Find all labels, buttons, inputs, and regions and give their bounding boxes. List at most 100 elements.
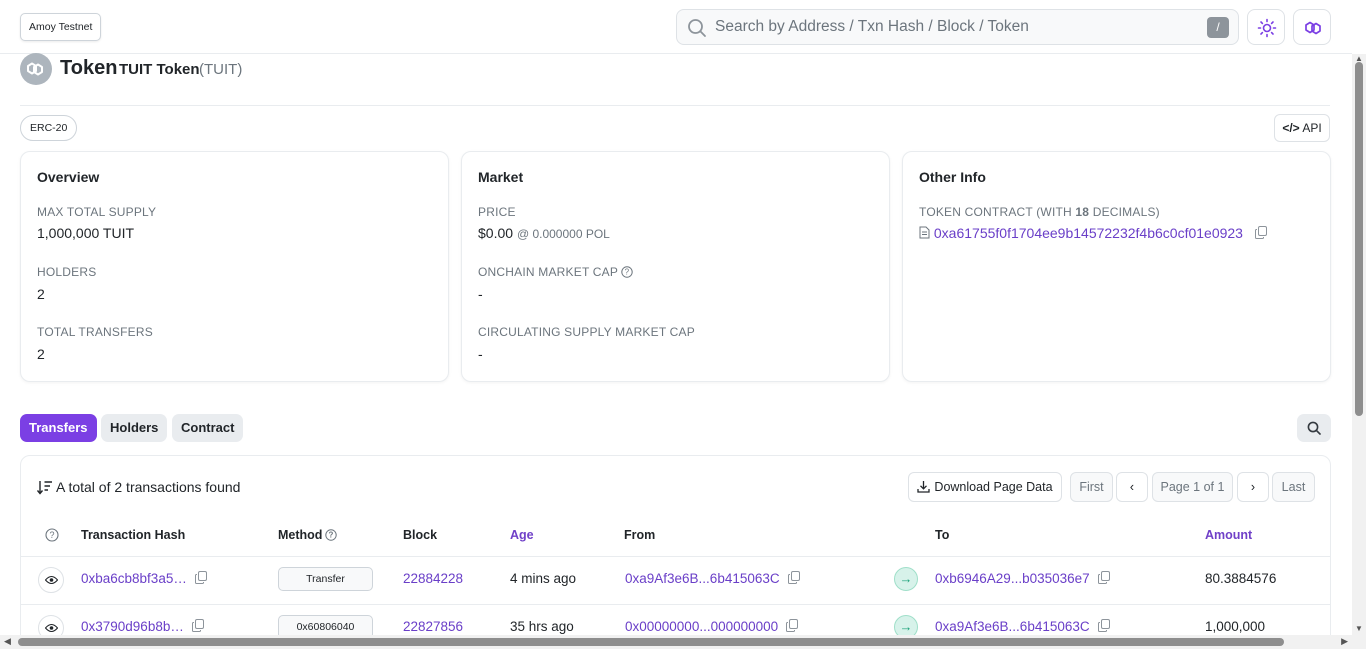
amount-value: 1,000,000 bbox=[1205, 619, 1266, 634]
page-title: Token bbox=[60, 57, 118, 79]
vertical-scrollbar[interactable]: ▲ ▼ bbox=[1352, 54, 1366, 635]
token-logo bbox=[20, 53, 52, 85]
polygon-logo-icon bbox=[1305, 21, 1321, 35]
decimals-value: 18 bbox=[1075, 205, 1090, 219]
price-value: $0.00 @ 0.000000 POL bbox=[478, 225, 610, 241]
tab-transfers[interactable]: Transfers bbox=[20, 414, 97, 442]
transfers-panel: A total of 2 transactions found Download… bbox=[20, 455, 1331, 649]
max-supply-label: MAX TOTAL SUPPLY bbox=[37, 205, 157, 219]
polygon-logo-icon bbox=[27, 62, 43, 76]
page-indicator: Page 1 of 1 bbox=[1152, 472, 1233, 502]
row-divider bbox=[21, 556, 1330, 557]
token-contract-link[interactable]: 0xa61755f0f1704ee9b14572232f4b6c0cf01e09… bbox=[934, 225, 1243, 241]
tab-contract[interactable]: Contract bbox=[172, 414, 244, 442]
table-row-2-hash[interactable]: 0x3790d96b8b… bbox=[81, 619, 204, 634]
search-shortcut-key: / bbox=[1207, 17, 1229, 38]
svg-text:?: ? bbox=[49, 530, 54, 540]
network-switch-button[interactable] bbox=[1293, 9, 1331, 45]
block-link[interactable]: 22827856 bbox=[403, 619, 463, 634]
transactions-summary: A total of 2 transactions found bbox=[36, 479, 240, 495]
holders-label: HOLDERS bbox=[37, 265, 97, 279]
market-card: Market PRICE $0.00 @ 0.000000 POL ONCHAI… bbox=[461, 151, 890, 382]
other-info-card: Other Info TOKEN CONTRACT (WITH 18 DECIM… bbox=[902, 151, 1331, 382]
card-title: Overview bbox=[37, 169, 100, 185]
token-symbol: (TUIT) bbox=[199, 61, 243, 78]
api-label: API bbox=[1302, 121, 1322, 135]
token-contract-row: 0xa61755f0f1704ee9b14572232f4b6c0cf01e09… bbox=[919, 225, 1267, 241]
search-input[interactable]: Search by Address / Txn Hash / Block / T… bbox=[715, 10, 1029, 44]
download-page-data-button[interactable]: Download Page Data bbox=[908, 472, 1062, 502]
column-header-from: From bbox=[624, 528, 656, 542]
next-page-button[interactable]: › bbox=[1237, 472, 1269, 502]
help-icon[interactable]: ? bbox=[45, 528, 59, 542]
copy-icon[interactable] bbox=[1097, 571, 1110, 584]
column-header-age[interactable]: Age bbox=[510, 528, 534, 542]
card-title: Market bbox=[478, 169, 524, 185]
amount-value: 80.3884576 bbox=[1205, 571, 1277, 586]
copy-icon[interactable] bbox=[787, 571, 800, 584]
view-details-button[interactable] bbox=[38, 567, 64, 593]
theme-toggle-button[interactable] bbox=[1247, 9, 1285, 45]
chevron-right-icon: › bbox=[1250, 480, 1256, 494]
download-icon bbox=[917, 481, 931, 493]
tab-holders[interactable]: Holders bbox=[101, 414, 168, 442]
age-value: 4 mins ago bbox=[510, 571, 577, 586]
global-search[interactable]: Search by Address / Txn Hash / Block / T… bbox=[676, 9, 1239, 45]
scroll-left-arrow-icon[interactable]: ◀ bbox=[4, 636, 11, 647]
copy-icon[interactable] bbox=[786, 619, 799, 632]
code-icon: </> bbox=[1282, 121, 1300, 135]
copy-icon[interactable] bbox=[194, 571, 207, 584]
column-header-to: To bbox=[935, 528, 950, 542]
row-divider bbox=[21, 604, 1330, 605]
eye-icon bbox=[45, 575, 58, 585]
last-page-button[interactable]: Last bbox=[1272, 472, 1315, 502]
onchain-mcap-value: - bbox=[478, 286, 483, 302]
network-badge[interactable]: Amoy Testnet bbox=[20, 13, 102, 41]
help-icon[interactable]: ? bbox=[325, 529, 338, 541]
overview-card: Overview MAX TOTAL SUPPLY 1,000,000 TUIT… bbox=[20, 151, 449, 382]
transfer-direction-arrow-icon: → bbox=[894, 567, 918, 591]
vertical-scroll-thumb[interactable] bbox=[1355, 62, 1363, 416]
total-transfers-label: TOTAL TRANSFERS bbox=[37, 325, 153, 339]
copy-icon[interactable] bbox=[1097, 619, 1110, 632]
file-icon bbox=[919, 226, 930, 239]
api-button[interactable]: </> API bbox=[1274, 114, 1330, 142]
column-header-amount[interactable]: Amount bbox=[1205, 528, 1252, 542]
token-standard-badge: ERC-20 bbox=[20, 115, 78, 141]
column-header-method: Method? bbox=[278, 528, 338, 542]
from-address[interactable]: 0x00000000...000000000 bbox=[625, 619, 799, 634]
to-address[interactable]: 0xb6946A29...b035036e7 bbox=[935, 571, 1110, 586]
sun-icon bbox=[1257, 18, 1277, 38]
holders-value: 2 bbox=[37, 286, 45, 302]
to-address[interactable]: 0xa9Af3e6B...6b415063C bbox=[935, 619, 1110, 634]
help-icon[interactable]: ? bbox=[621, 266, 633, 278]
horizontal-scrollbar[interactable]: ◀ ▶ bbox=[0, 635, 1366, 649]
method-badge: Transfer bbox=[278, 567, 373, 591]
onchain-mcap-label: ONCHAIN MARKET CAP? bbox=[478, 265, 633, 279]
block-link[interactable]: 22884228 bbox=[403, 571, 463, 586]
copy-icon[interactable] bbox=[1254, 226, 1267, 239]
search-icon bbox=[1307, 421, 1321, 435]
from-address[interactable]: 0xa9Af3e6B...6b415063C bbox=[625, 571, 800, 586]
horizontal-scroll-thumb[interactable] bbox=[18, 638, 1284, 646]
table-row-1-hash[interactable]: 0xba6cb8bf3a5… bbox=[81, 571, 207, 586]
first-page-button[interactable]: First bbox=[1070, 472, 1113, 502]
tab-search-button[interactable] bbox=[1297, 414, 1331, 442]
max-supply-value: 1,000,000 TUIT bbox=[37, 225, 135, 241]
svg-text:?: ? bbox=[625, 268, 630, 277]
scroll-right-arrow-icon[interactable]: ▶ bbox=[1341, 636, 1348, 647]
card-title: Other Info bbox=[919, 169, 986, 185]
column-header-transaction-hash: Transaction Hash bbox=[81, 528, 186, 542]
column-header-block: Block bbox=[403, 528, 438, 542]
scroll-down-arrow-icon[interactable]: ▼ bbox=[1355, 624, 1363, 633]
price-pol: @ 0.000000 POL bbox=[516, 227, 610, 241]
prev-page-button[interactable]: ‹ bbox=[1116, 472, 1148, 502]
age-value: 35 hrs ago bbox=[510, 619, 574, 634]
chevron-left-icon: ‹ bbox=[1129, 480, 1135, 494]
price-usd: $0.00 bbox=[478, 225, 514, 241]
copy-icon[interactable] bbox=[191, 619, 204, 632]
total-transfers-value: 2 bbox=[37, 346, 45, 362]
circulating-mcap-value: - bbox=[478, 346, 483, 362]
price-label: PRICE bbox=[478, 205, 516, 219]
title-divider bbox=[20, 105, 1330, 106]
